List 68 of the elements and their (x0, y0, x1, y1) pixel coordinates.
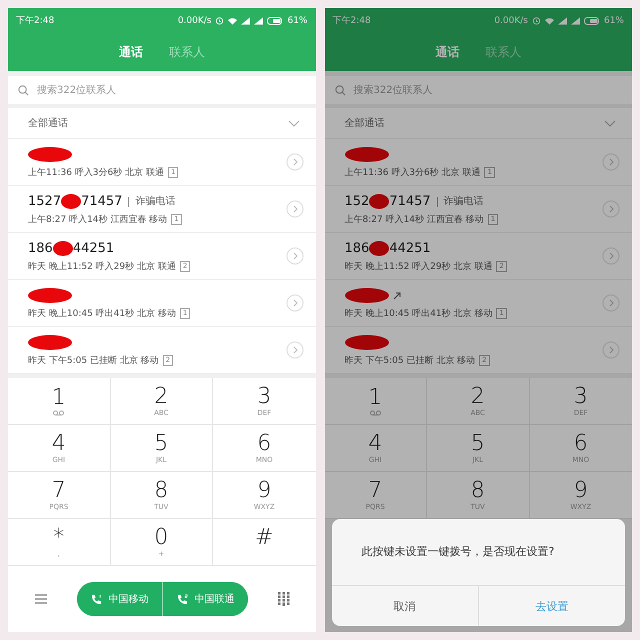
phone-number: 1527 (28, 194, 62, 209)
dialog-button[interactable]: 取消 (332, 586, 478, 626)
alarm-icon (215, 16, 224, 25)
menu-icon[interactable] (34, 593, 48, 605)
network-speed: 0.00K/s (178, 16, 212, 26)
status-time: 下午2:48 (332, 14, 371, 27)
redaction-mark (28, 335, 72, 350)
battery-level: 61% (287, 16, 308, 26)
details-icon[interactable] (602, 153, 620, 171)
dial-key[interactable]: 1 (324, 378, 427, 425)
call-tag: 诈骗电话 (128, 196, 176, 206)
filter-dropdown[interactable]: 全部通话 (324, 108, 632, 139)
details-icon[interactable] (602, 247, 620, 265)
phone-number: 186 (344, 241, 370, 256)
alarm-icon (532, 16, 541, 25)
phone-number: 71457 (389, 194, 431, 209)
details-icon[interactable] (602, 294, 620, 312)
redaction-mark (28, 288, 72, 303)
status-time: 下午2:48 (16, 14, 54, 27)
dialpad-icon[interactable] (278, 592, 290, 606)
redaction-mark (61, 194, 82, 209)
phone-number: 186 (28, 241, 53, 256)
call-details: 昨天 晚上10:45 呼出41秒 北京 移动 (344, 308, 492, 320)
filter-dropdown[interactable]: 全部通话 (8, 108, 316, 139)
redaction-mark (344, 288, 388, 303)
phone-number: 71457 (81, 194, 122, 209)
details-icon[interactable] (286, 294, 304, 312)
wifi-icon (228, 16, 238, 24)
redaction-mark (344, 335, 388, 350)
details-icon[interactable] (602, 200, 620, 218)
phone-number: 44251 (72, 241, 114, 256)
voicemail-icon (53, 410, 64, 416)
details-icon[interactable] (286, 341, 304, 359)
call-details: 昨天 下午5:05 已挂断 北京 移动 (344, 354, 476, 366)
chevron-down-icon (288, 120, 300, 126)
details-icon[interactable] (602, 341, 620, 359)
call-details: 上午8:27 呼入14秒 江西宜春 移动 (28, 214, 168, 226)
redaction-mark (52, 241, 73, 256)
search-icon (18, 84, 29, 96)
search-icon (334, 84, 346, 96)
battery-icon (267, 16, 284, 24)
phone-number: 152 (344, 194, 370, 209)
call-details: 昨天 晚上10:45 呼出41秒 北京 移动 (28, 308, 176, 320)
voicemail-icon (370, 410, 381, 416)
phone-number: 44251 (389, 241, 431, 256)
network-speed: 0.00K/s (494, 16, 528, 26)
redaction-mark (369, 241, 390, 256)
battery-icon (584, 16, 600, 24)
redaction-mark (344, 147, 388, 162)
call-details: 昨天 下午5:05 已挂断 北京 移动 (28, 354, 159, 366)
call-tag: 诈骗电话 (436, 196, 484, 206)
call-details: 上午11:36 呼入3分6秒 北京 联通 (28, 166, 164, 178)
details-icon[interactable] (286, 200, 304, 218)
battery-level: 61% (604, 16, 624, 26)
call-details: 昨天 晚上11:52 呼入29秒 北京 联通 (344, 260, 492, 272)
call-details: 上午8:27 呼入14秒 江西宜春 移动 (344, 214, 484, 226)
details-icon[interactable] (286, 153, 304, 171)
chevron-down-icon (604, 120, 616, 126)
redaction-mark (28, 147, 72, 162)
call-details: 上午11:36 呼入3分6秒 北京 联通 (344, 166, 480, 178)
call-details: 昨天 晚上11:52 呼入29秒 北京 联通 (28, 260, 176, 272)
phone-icon (91, 594, 102, 604)
details-icon[interactable] (286, 247, 304, 265)
dialog-message: 此按键未设置一键拨号，是否现在设置? (360, 544, 556, 560)
redaction-mark (369, 194, 390, 209)
phone-icon (177, 594, 188, 604)
wifi-icon (544, 16, 554, 24)
dial-key[interactable]: 1 (8, 378, 110, 425)
